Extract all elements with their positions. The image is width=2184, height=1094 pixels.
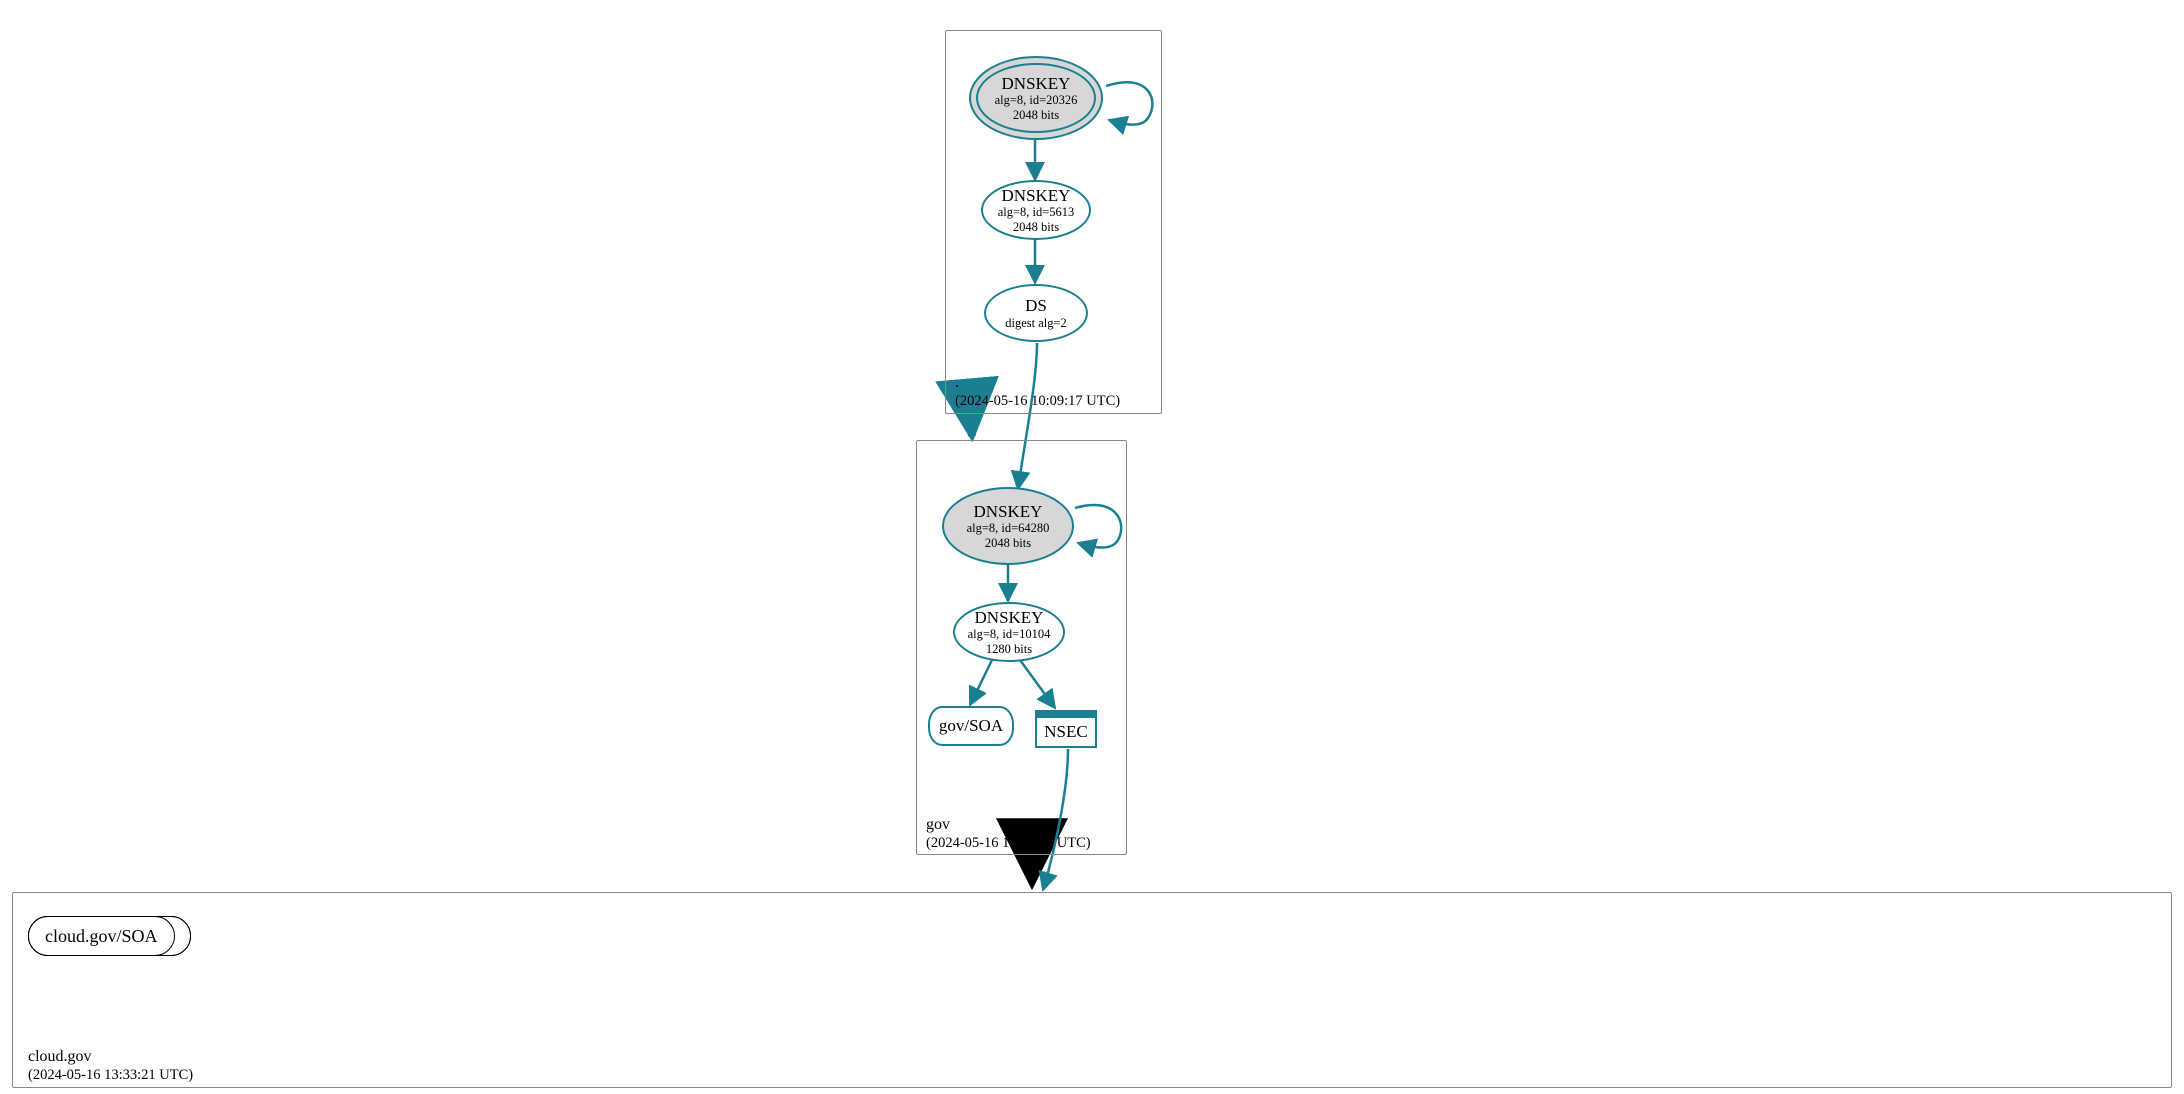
node-root-zsk: DNSKEY alg=8, id=5613 2048 bits <box>981 180 1091 240</box>
node-title: DNSKEY <box>974 502 1043 522</box>
zone-name-gov: gov <box>926 816 950 833</box>
node-line1: alg=8, id=5613 <box>998 205 1075 219</box>
diagram-canvas: . (2024-05-16 10:09:17 UTC) DNSKEY alg=8… <box>0 0 2184 1094</box>
zone-label-root: . (2024-05-16 10:09:17 UTC) <box>955 374 1120 410</box>
node-gov-zsk: DNSKEY alg=8, id=10104 1280 bits <box>953 602 1065 662</box>
node-line1: alg=8, id=20326 <box>995 93 1078 107</box>
node-title: DNSKEY <box>1002 74 1071 94</box>
node-gov-soa: gov/SOA <box>928 706 1014 746</box>
node-title: DNSKEY <box>975 608 1044 628</box>
zone-timestamp-gov: (2024-05-16 11:10:23 UTC) <box>926 836 1091 852</box>
node-line2: 2048 bits <box>985 536 1031 550</box>
zone-label-cloud: cloud.gov (2024-05-16 13:33:21 UTC) <box>28 1048 193 1084</box>
zone-name-cloud: cloud.gov <box>28 1048 92 1065</box>
edges-svg <box>0 0 2184 1094</box>
node-line1: alg=8, id=64280 <box>967 521 1050 535</box>
node-line1: alg=8, id=10104 <box>968 627 1051 641</box>
zone-label-gov: gov (2024-05-16 11:10:23 UTC) <box>926 816 1091 852</box>
node-line2: 2048 bits <box>1013 108 1059 122</box>
node-root-ksk: DNSKEY alg=8, id=20326 2048 bits <box>969 56 1103 140</box>
node-root-ds: DS digest alg=2 <box>984 284 1088 342</box>
node-gov-ksk: DNSKEY alg=8, id=64280 2048 bits <box>942 487 1074 565</box>
node-label: NSEC <box>1044 722 1087 742</box>
node-title: DS <box>1025 296 1047 316</box>
node-line2: 2048 bits <box>1013 220 1059 234</box>
zone-timestamp-cloud: (2024-05-16 13:33:21 UTC) <box>28 1068 193 1084</box>
node-line2: 1280 bits <box>986 642 1032 656</box>
node-line1: digest alg=2 <box>1005 316 1067 330</box>
zone-timestamp-root: (2024-05-16 10:09:17 UTC) <box>955 394 1120 410</box>
node-title: DNSKEY <box>1002 186 1071 206</box>
record-node: cloud.gov/SOA <box>28 916 175 956</box>
zone-name-root: . <box>955 374 959 391</box>
node-gov-nsec: NSEC <box>1035 710 1097 748</box>
node-label: gov/SOA <box>939 716 1003 736</box>
